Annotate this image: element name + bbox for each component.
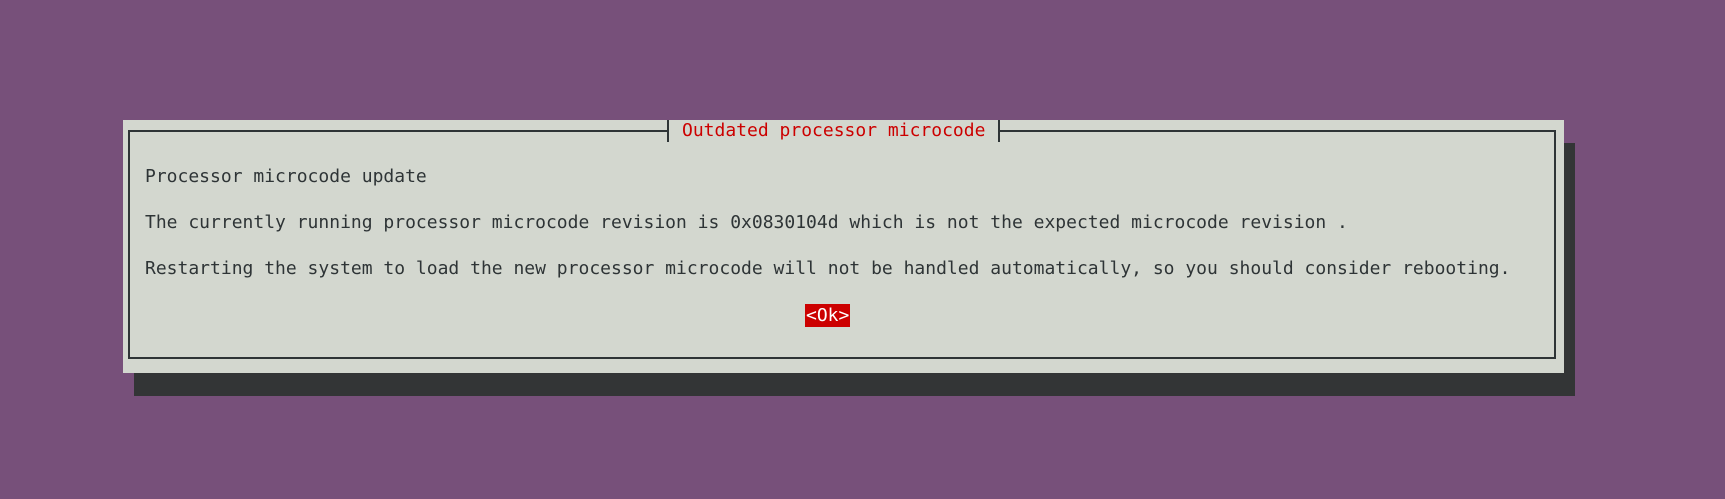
message-heading: Processor microcode update [145, 166, 427, 187]
message-revision: The currently running processor microcod… [145, 212, 1348, 233]
terminal-screen: Outdated processor microcode Processor m… [0, 0, 1725, 499]
ok-button[interactable]: <Ok> [805, 304, 851, 327]
dialog-title: Outdated processor microcode [667, 120, 1001, 142]
message-reboot: Restarting the system to load the new pr… [145, 258, 1511, 279]
microcode-dialog: Outdated processor microcode Processor m… [123, 120, 1564, 373]
